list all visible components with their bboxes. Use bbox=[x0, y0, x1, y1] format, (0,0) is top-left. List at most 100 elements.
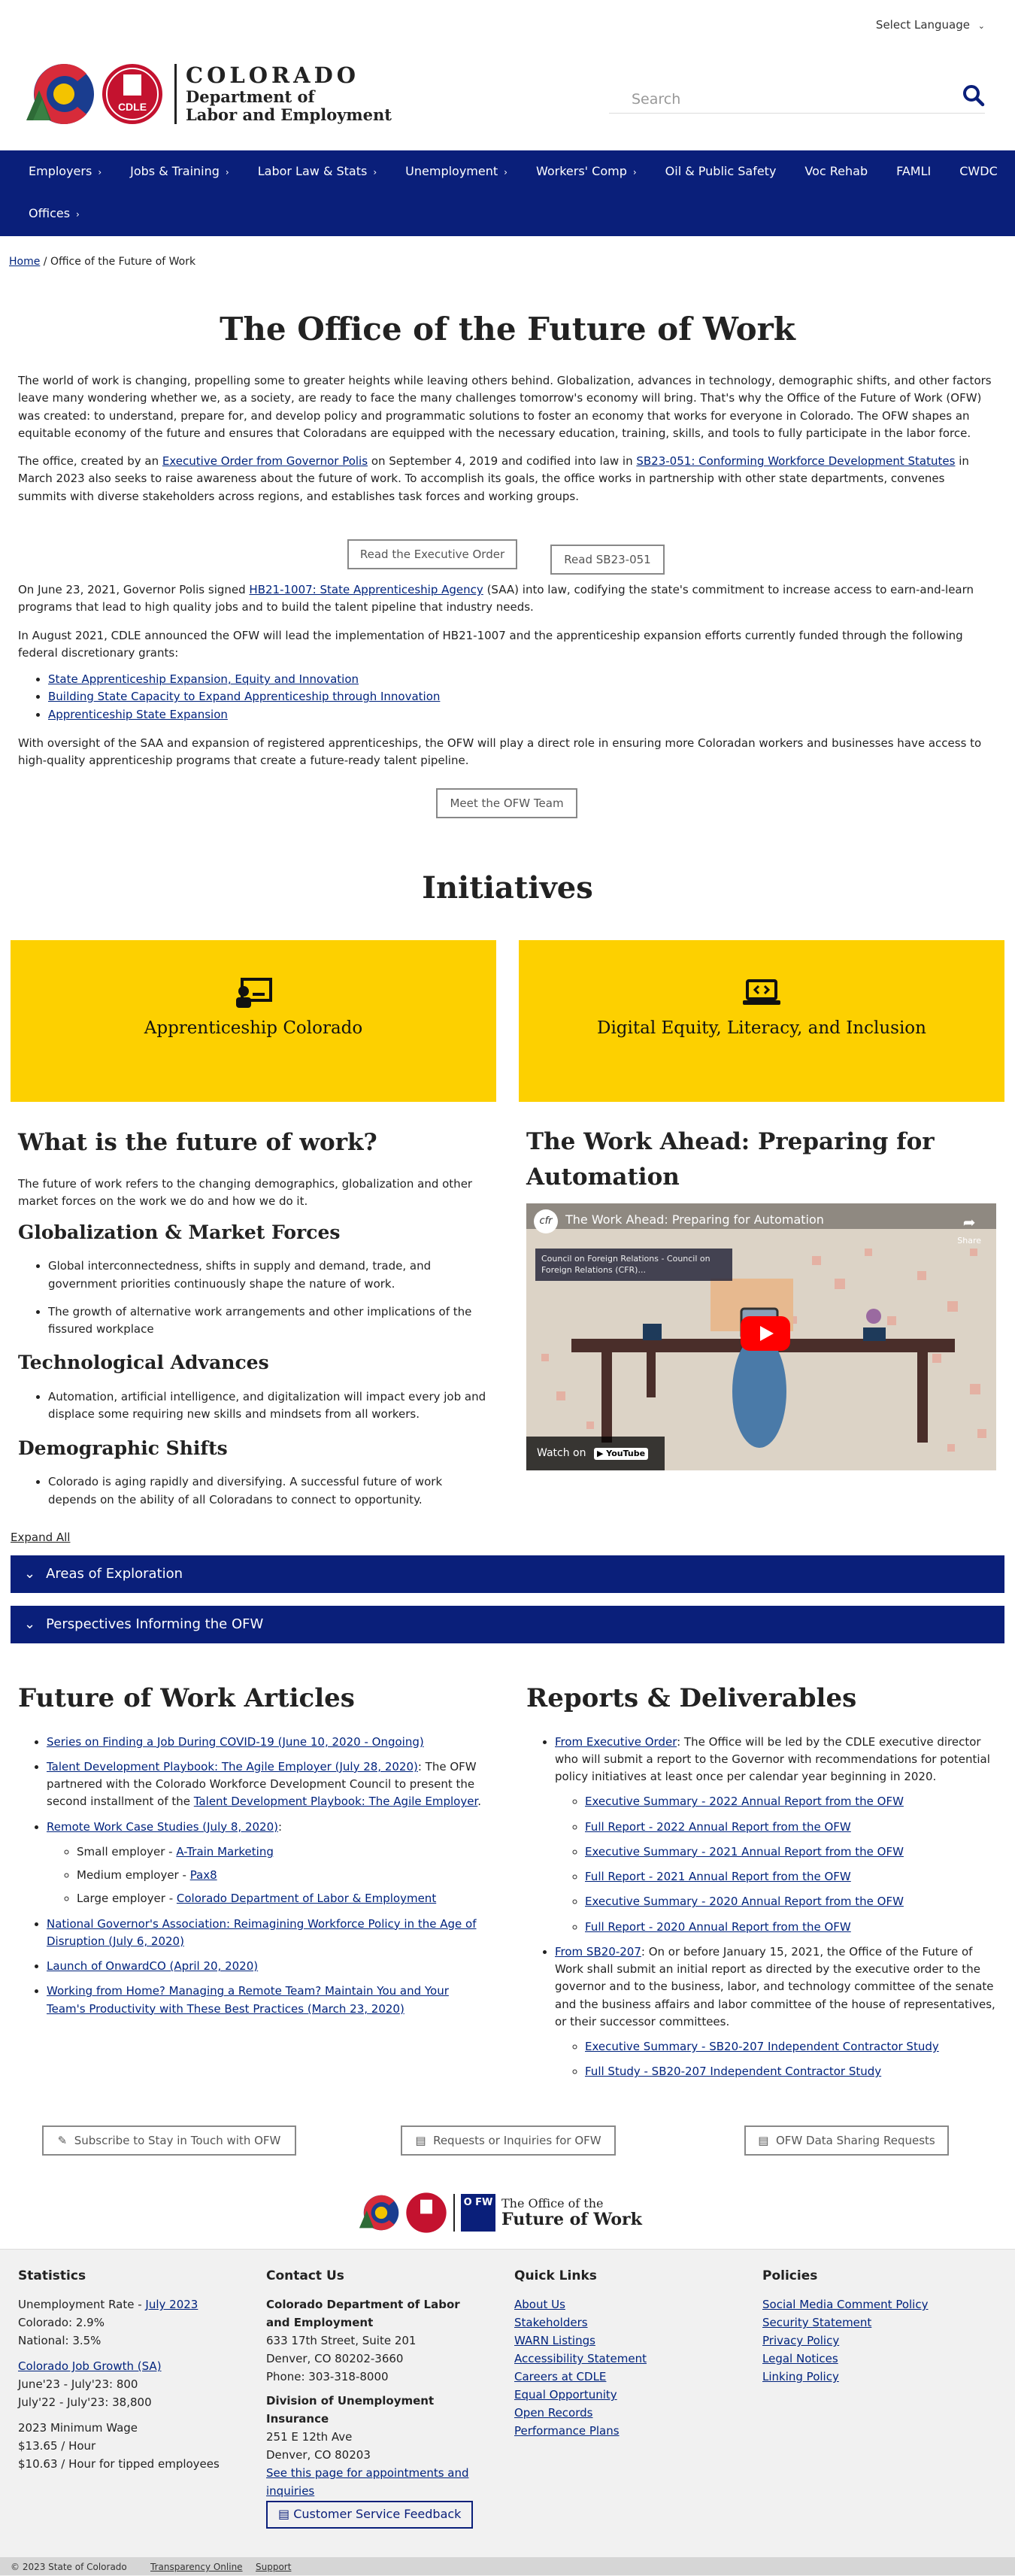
from-sb20-207-link[interactable]: From SB20-207 bbox=[555, 1945, 641, 1959]
brand-text: COLORADO Department of Labor and Employm… bbox=[174, 63, 392, 125]
bottom-bar: © 2023 State of Colorado Transparency On… bbox=[0, 2557, 1015, 2575]
pencil-icon: ✎ bbox=[57, 2134, 68, 2147]
list-item: Apprenticeship State Expansion bbox=[48, 706, 995, 724]
footer-link[interactable]: Linking Policy bbox=[762, 2370, 839, 2383]
chevron-right-icon: › bbox=[98, 167, 102, 177]
from-executive-order-link[interactable]: From Executive Order bbox=[555, 1735, 677, 1749]
footer-link[interactable]: Open Records bbox=[514, 2406, 592, 2420]
report-link[interactable]: Full Study - SB20-207 Independent Contra… bbox=[585, 2065, 881, 2078]
grant-link[interactable]: Apprenticeship State Expansion bbox=[48, 708, 228, 721]
grant-link[interactable]: State Apprenticeship Expansion, Equity a… bbox=[48, 672, 359, 686]
article-link[interactable]: Launch of OnwardCO (April 20, 2020) bbox=[47, 1959, 258, 1973]
chevron-right-icon: › bbox=[504, 167, 508, 177]
channel-card[interactable]: Council on Foreign Relations - Council o… bbox=[535, 1249, 732, 1281]
executive-order-link[interactable]: Executive Order from Governor Polis bbox=[162, 454, 368, 468]
report-link[interactable]: Executive Summary - SB20-207 Independent… bbox=[585, 2040, 939, 2053]
article-link[interactable]: Talent Development Playbook: The Agile E… bbox=[47, 1760, 418, 1773]
support-link[interactable]: Support bbox=[256, 2560, 291, 2574]
report-link[interactable]: Executive Summary - 2020 Annual Report f… bbox=[585, 1895, 904, 1908]
list-item: Full Report - 2020 Annual Report from th… bbox=[585, 1919, 1000, 1936]
apprenticeship-colorado-card[interactable]: Apprenticeship Colorado bbox=[11, 940, 496, 1102]
nav-item-cwdc[interactable]: CWDC bbox=[959, 162, 1012, 181]
list-item: Executive Summary - 2022 Annual Report f… bbox=[585, 1793, 1000, 1810]
case-study-link[interactable]: Colorado Department of Labor & Employmen… bbox=[177, 1892, 436, 1905]
read-executive-order-button[interactable]: Read the Executive Order bbox=[347, 539, 517, 569]
cfr-avatar[interactable]: cfr bbox=[534, 1209, 558, 1233]
article-link[interactable]: Talent Development Playbook: The Agile E… bbox=[194, 1795, 477, 1808]
report-link[interactable]: Full Report - 2022 Annual Report from th… bbox=[585, 1820, 851, 1834]
search-icon[interactable] bbox=[962, 84, 985, 107]
cdle-logo[interactable]: CDLE COLORADO Department of Labor and Em… bbox=[23, 60, 392, 128]
nav-item-workers-comp[interactable]: Workers' Comp › bbox=[536, 162, 652, 181]
footer-link[interactable]: Stakeholders bbox=[514, 2316, 588, 2329]
share-icon: ➦ bbox=[962, 1213, 976, 1231]
nav-item-oil-public-safety[interactable]: Oil & Public Safety bbox=[665, 162, 792, 181]
case-study-link[interactable]: Pax8 bbox=[190, 1868, 217, 1882]
intro-paragraph: The world of work is changing, propellin… bbox=[18, 374, 992, 440]
svg-text:CDLE: CDLE bbox=[118, 101, 147, 113]
sb23-051-link[interactable]: SB23-051: Conforming Workforce Developme… bbox=[636, 454, 955, 468]
subscribe-button[interactable]: ✎ Subscribe to Stay in Touch with OFW bbox=[42, 2125, 296, 2156]
play-button[interactable] bbox=[741, 1316, 790, 1351]
footer-link[interactable]: Security Statement bbox=[762, 2316, 871, 2329]
nav-item-unemployment[interactable]: Unemployment › bbox=[405, 162, 523, 181]
hb21-1007-link[interactable]: HB21-1007: State Apprenticeship Agency bbox=[249, 583, 483, 596]
ofw-badge: O FW bbox=[461, 2194, 495, 2232]
grants-paragraph: In August 2021, CDLE announced the OFW w… bbox=[18, 629, 963, 660]
footer-link[interactable]: About Us bbox=[514, 2298, 565, 2311]
article-link[interactable]: Remote Work Case Studies (July 8, 2020) bbox=[47, 1820, 278, 1834]
search-input[interactable]: Search bbox=[609, 83, 985, 114]
expand-all-link[interactable]: Expand All bbox=[11, 1529, 70, 1546]
footer-link[interactable]: Careers at CDLE bbox=[514, 2370, 606, 2383]
digital-equity-card[interactable]: Digital Equity, Literacy, and Inclusion bbox=[519, 940, 1004, 1102]
nav-item-famli[interactable]: FAMLI bbox=[896, 162, 946, 181]
footer-link[interactable]: WARN Listings bbox=[514, 2334, 595, 2347]
watch-on-youtube-button[interactable]: Watch on ▶ YouTube bbox=[526, 1437, 665, 1470]
meet-ofw-team-button[interactable]: Meet the OFW Team bbox=[436, 788, 577, 818]
appointments-link[interactable]: See this page for appointments and inqui… bbox=[266, 2466, 469, 2498]
transparency-link[interactable]: Transparency Online bbox=[150, 2560, 243, 2574]
article-link[interactable]: National Governor's Association: Reimagi… bbox=[47, 1917, 476, 1948]
data-sharing-button[interactable]: ▤ OFW Data Sharing Requests bbox=[744, 2125, 949, 2156]
article-link[interactable]: Series on Finding a Job During COVID-19 … bbox=[47, 1735, 424, 1749]
grant-link[interactable]: Building State Capacity to Expand Appren… bbox=[48, 690, 440, 703]
footer-link[interactable]: Performance Plans bbox=[514, 2424, 620, 2438]
report-link[interactable]: Executive Summary - 2022 Annual Report f… bbox=[585, 1795, 904, 1808]
site-header: CDLE COLORADO Department of Labor and Em… bbox=[23, 60, 992, 135]
list-item: The growth of alternative work arrangeme… bbox=[48, 1303, 492, 1339]
report-link[interactable]: Executive Summary - 2021 Annual Report f… bbox=[585, 1845, 904, 1858]
accordion-areas-of-exploration[interactable]: ⌄ Areas of Exploration bbox=[11, 1555, 1004, 1593]
requests-button[interactable]: ▤ Requests or Inquiries for OFW bbox=[401, 2125, 616, 2156]
chevron-down-icon: ⌄ bbox=[24, 1566, 36, 1582]
list-item: Executive Summary - SB20-207 Independent… bbox=[585, 2038, 1000, 2056]
nav-item-jobs-training[interactable]: Jobs & Training › bbox=[130, 162, 244, 181]
breadcrumb-home[interactable]: Home bbox=[9, 256, 40, 268]
language-selector[interactable]: Select Language ⌄ bbox=[876, 17, 985, 34]
july-2023-link[interactable]: July 2023 bbox=[145, 2298, 198, 2311]
accordion-perspectives[interactable]: ⌄ Perspectives Informing the OFW bbox=[11, 1606, 1004, 1643]
report-link[interactable]: Full Report - 2021 Annual Report from th… bbox=[585, 1870, 851, 1883]
footer-link[interactable]: Privacy Policy bbox=[762, 2334, 839, 2347]
share-button[interactable]: ➦ Share bbox=[957, 1211, 981, 1247]
footer-link[interactable]: Accessibility Statement bbox=[514, 2352, 647, 2365]
report-link[interactable]: Full Report - 2020 Annual Report from th… bbox=[585, 1920, 851, 1934]
footer-link[interactable]: Legal Notices bbox=[762, 2352, 838, 2365]
youtube-video-embed[interactable]: cfr The Work Ahead: Preparing for Automa… bbox=[526, 1203, 996, 1470]
nav-item-labor-law-stats[interactable]: Labor Law & Stats › bbox=[258, 162, 392, 181]
job-growth-link[interactable]: Colorado Job Growth (SA) bbox=[18, 2359, 162, 2373]
section-heading: Technological Advances bbox=[18, 1352, 269, 1374]
video-title[interactable]: The Work Ahead: Preparing for Automation bbox=[565, 1211, 824, 1230]
read-sb23-051-button[interactable]: Read SB23-051 bbox=[550, 545, 665, 575]
site-footer: Statistics Unemployment Rate - July 2023… bbox=[0, 2249, 1015, 2576]
nav-item-voc-rehab[interactable]: Voc Rehab bbox=[804, 162, 883, 181]
nav-item-employers[interactable]: Employers › bbox=[29, 162, 117, 181]
ofw-footer-logo: O FW The Office of the Future of Work bbox=[357, 2190, 642, 2235]
nav-item-offices[interactable]: Offices › bbox=[29, 205, 95, 223]
video-heading: The Work Ahead: Preparing for Automation bbox=[526, 1128, 935, 1191]
article-item: Remote Work Case Studies (July 8, 2020):… bbox=[47, 1819, 484, 1908]
case-study-link[interactable]: A-Train Marketing bbox=[176, 1845, 274, 1858]
footer-link[interactable]: Social Media Comment Policy bbox=[762, 2298, 928, 2311]
customer-service-feedback-button[interactable]: ▤ Customer Service Feedback bbox=[266, 2501, 474, 2529]
article-link[interactable]: Working from Home? Managing a Remote Tea… bbox=[47, 1984, 449, 2015]
footer-link[interactable]: Equal Opportunity bbox=[514, 2388, 617, 2402]
